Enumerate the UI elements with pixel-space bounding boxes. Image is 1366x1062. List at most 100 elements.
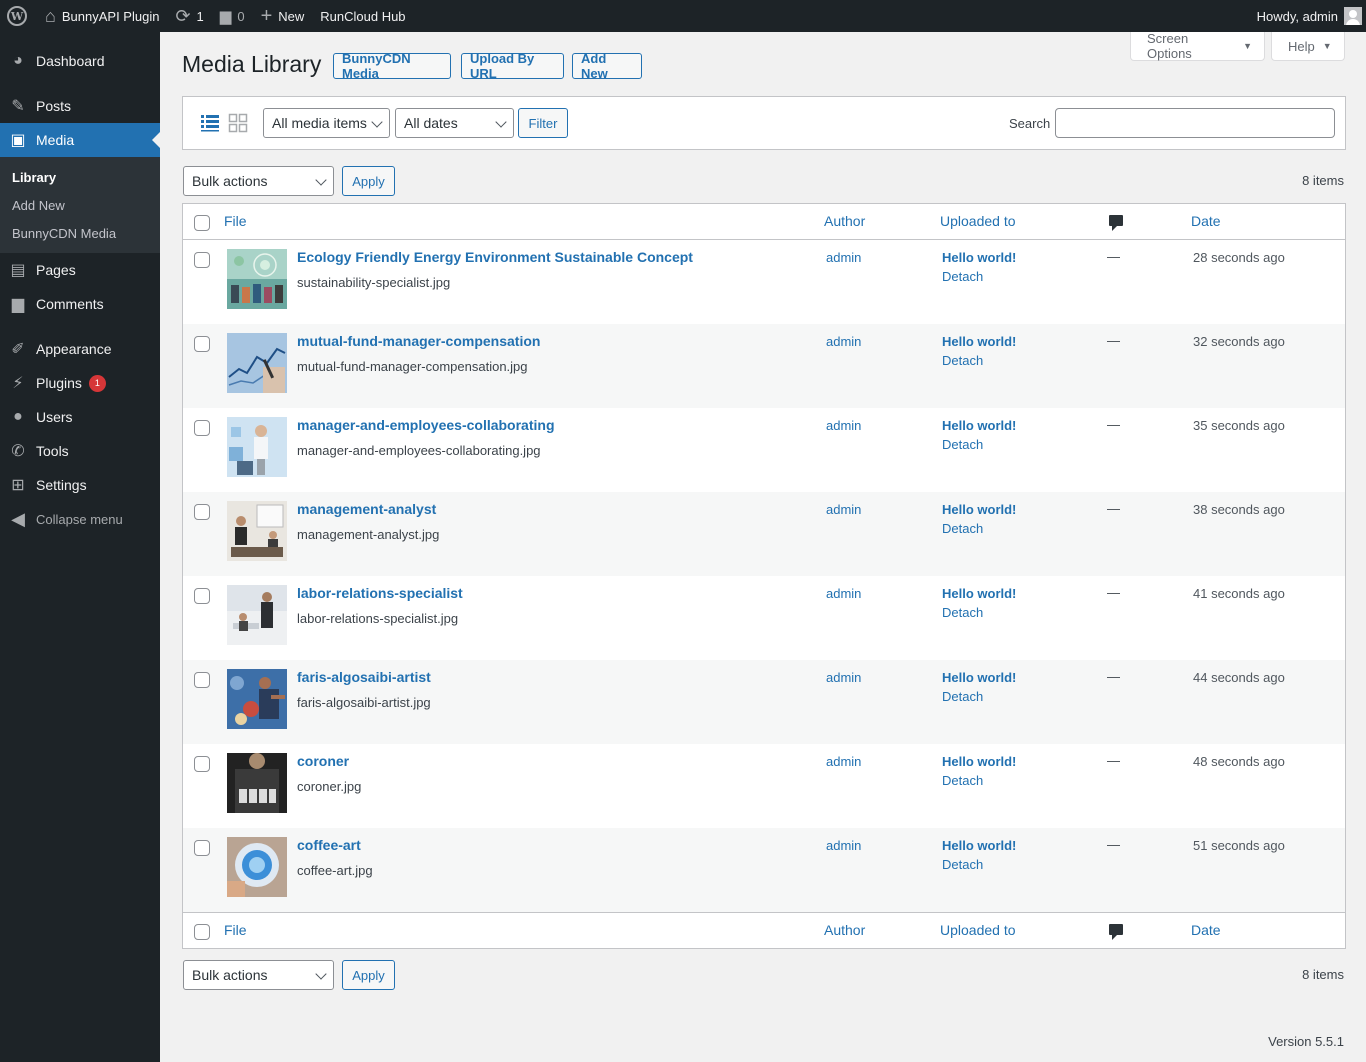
thumbnail-image[interactable] xyxy=(227,417,287,477)
author-link[interactable]: admin xyxy=(826,334,861,349)
date-select[interactable]: All dates xyxy=(395,108,514,138)
bulk-actions-select-bottom[interactable]: Bulk actions xyxy=(183,960,334,990)
author-link[interactable]: admin xyxy=(826,502,861,517)
author-link[interactable]: admin xyxy=(826,670,861,685)
media-filename: management-analyst.jpg xyxy=(297,527,440,542)
uploaded-to-link[interactable]: Hello world! xyxy=(942,670,1016,685)
sidebar-item-pages[interactable]: ▤ Pages xyxy=(0,253,160,287)
detach-link[interactable]: Detach xyxy=(942,269,983,284)
screen-options-toggle[interactable]: Screen Options ▼ xyxy=(1130,31,1265,61)
bulk-actions-select-top[interactable]: Bulk actions xyxy=(183,166,334,196)
column-author[interactable]: Author xyxy=(824,213,865,229)
select-all-checkbox[interactable] xyxy=(194,215,210,231)
sidebar-item-users[interactable]: ● Users xyxy=(0,400,160,434)
author-link[interactable]: admin xyxy=(826,250,861,265)
comments-column-icon[interactable] xyxy=(1109,215,1123,231)
sidebar-item-label: Appearance xyxy=(36,341,112,357)
column-uploaded-to[interactable]: Uploaded to xyxy=(940,213,1016,229)
row-checkbox[interactable] xyxy=(194,588,210,604)
column-date[interactable]: Date xyxy=(1191,922,1221,938)
uploaded-to-link[interactable]: Hello world! xyxy=(942,502,1016,517)
filter-button[interactable]: Filter xyxy=(518,108,568,138)
media-title-link[interactable]: faris-algosaibi-artist xyxy=(297,669,431,685)
bunnycdn-media-button[interactable]: BunnyCDN Media xyxy=(333,51,451,81)
detach-link[interactable]: Detach xyxy=(942,773,983,788)
sidebar-item-media[interactable]: ▣ Media xyxy=(0,123,160,157)
uploaded-to-link[interactable]: Hello world! xyxy=(942,250,1016,265)
search-input[interactable] xyxy=(1055,108,1335,138)
media-title-link[interactable]: mutual-fund-manager-compensation xyxy=(297,333,540,349)
column-file[interactable]: File xyxy=(224,213,247,229)
media-title-link[interactable]: coffee-art xyxy=(297,837,361,853)
my-account[interactable]: Howdy, admin xyxy=(1249,0,1366,32)
comments-link[interactable]: ▆ 0 xyxy=(212,0,253,32)
media-title-link[interactable]: manager-and-employees-collaborating xyxy=(297,417,555,433)
list-view-icon[interactable] xyxy=(200,113,220,133)
thumbnail-image[interactable] xyxy=(227,669,287,729)
detach-link[interactable]: Detach xyxy=(942,521,983,536)
uploaded-to-link[interactable]: Hello world! xyxy=(942,754,1016,769)
thumbnail-image[interactable] xyxy=(227,333,287,393)
media-type-select[interactable]: All media items xyxy=(263,108,390,138)
site-name-link[interactable]: ⌂ BunnyAPI Plugin xyxy=(37,0,167,32)
grid-view-icon[interactable] xyxy=(228,113,248,133)
media-title-link[interactable]: management-analyst xyxy=(297,501,436,517)
thumbnail-image[interactable] xyxy=(227,249,287,309)
row-checkbox[interactable] xyxy=(194,756,210,772)
submenu-bunnycdn-media[interactable]: BunnyCDN Media xyxy=(0,219,160,247)
uploaded-to-link[interactable]: Hello world! xyxy=(942,838,1016,853)
sidebar-item-settings[interactable]: ⊞ Settings xyxy=(0,468,160,502)
submenu-add-new[interactable]: Add New xyxy=(0,191,160,219)
detach-link[interactable]: Detach xyxy=(942,605,983,620)
column-author[interactable]: Author xyxy=(824,922,865,938)
media-title-link[interactable]: labor-relations-specialist xyxy=(297,585,463,601)
sidebar-item-tools[interactable]: ✆ Tools xyxy=(0,434,160,468)
runcloud-hub-link[interactable]: RunCloud Hub xyxy=(312,0,413,32)
select-all-checkbox-bottom[interactable] xyxy=(194,924,210,940)
author-link[interactable]: admin xyxy=(826,838,861,853)
sidebar-item-dashboard[interactable]: ◕ Dashboard xyxy=(0,44,160,78)
help-toggle[interactable]: Help ▼ xyxy=(1271,32,1345,61)
uploaded-to-link[interactable]: Hello world! xyxy=(942,334,1016,349)
sidebar-item-appearance[interactable]: ✐ Appearance xyxy=(0,332,160,366)
row-checkbox[interactable] xyxy=(194,840,210,856)
row-checkbox[interactable] xyxy=(194,336,210,352)
author-link[interactable]: admin xyxy=(826,418,861,433)
media-title-link[interactable]: Ecology Friendly Energy Environment Sust… xyxy=(297,249,693,265)
row-checkbox[interactable] xyxy=(194,504,210,520)
apply-button-bottom[interactable]: Apply xyxy=(342,960,395,990)
upload-by-url-button[interactable]: Upload By URL xyxy=(461,51,564,81)
row-checkbox[interactable] xyxy=(194,252,210,268)
updates-link[interactable]: ⟳ 1 xyxy=(167,0,211,32)
wordpress-logo[interactable]: W xyxy=(0,0,37,32)
thumbnail-image[interactable] xyxy=(227,501,287,561)
detach-link[interactable]: Detach xyxy=(942,857,983,872)
uploaded-to-link[interactable]: Hello world! xyxy=(942,586,1016,601)
column-file[interactable]: File xyxy=(224,922,247,938)
column-uploaded-to[interactable]: Uploaded to xyxy=(940,922,1016,938)
thumbnail-image[interactable] xyxy=(227,837,287,897)
detach-link[interactable]: Detach xyxy=(942,689,983,704)
submenu-library[interactable]: Library xyxy=(0,163,160,191)
author-link[interactable]: admin xyxy=(826,586,861,601)
column-date[interactable]: Date xyxy=(1191,213,1221,229)
comments-count: 0 xyxy=(237,8,245,24)
sidebar-item-posts[interactable]: ✎ Posts xyxy=(0,89,160,123)
row-checkbox[interactable] xyxy=(194,420,210,436)
row-checkbox[interactable] xyxy=(194,672,210,688)
apply-button-top[interactable]: Apply xyxy=(342,166,395,196)
new-content-link[interactable]: + New xyxy=(253,0,313,32)
sidebar-item-comments[interactable]: ▆ Comments xyxy=(0,287,160,321)
collapse-menu-button[interactable]: ◀ Collapse menu xyxy=(0,502,160,536)
thumbnail-image[interactable] xyxy=(227,585,287,645)
thumbnail-image[interactable] xyxy=(227,753,287,813)
comment-count: — xyxy=(1107,249,1120,264)
author-link[interactable]: admin xyxy=(826,754,861,769)
uploaded-to-link[interactable]: Hello world! xyxy=(942,418,1016,433)
comments-column-icon[interactable] xyxy=(1109,924,1123,940)
detach-link[interactable]: Detach xyxy=(942,437,983,452)
sidebar-item-plugins[interactable]: ⚡ Plugins 1 xyxy=(0,366,160,400)
detach-link[interactable]: Detach xyxy=(942,353,983,368)
media-title-link[interactable]: coroner xyxy=(297,753,349,769)
add-new-button[interactable]: Add New xyxy=(572,51,642,81)
